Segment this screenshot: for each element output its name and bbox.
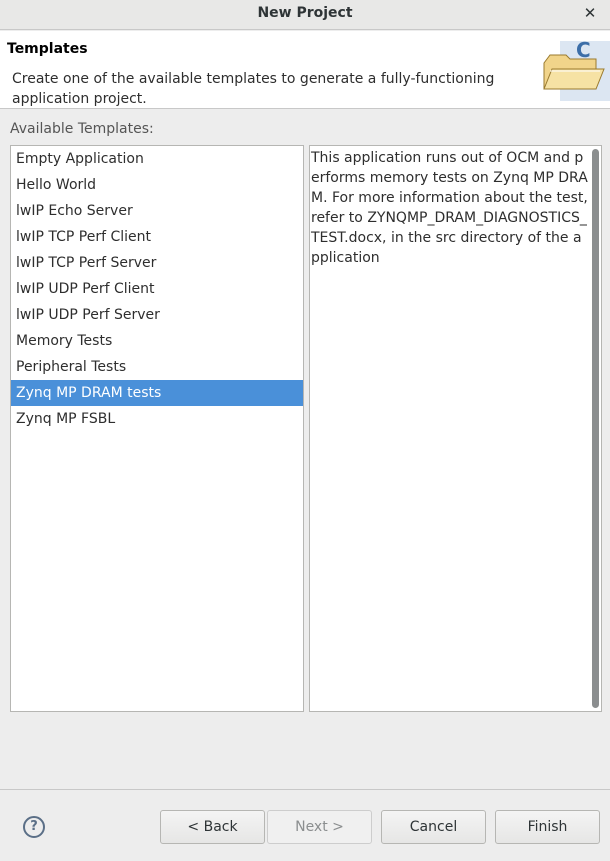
cancel-button[interactable]: Cancel	[381, 810, 486, 844]
description-scrollbar[interactable]	[589, 146, 601, 711]
template-description-panel: This application runs out of OCM and per…	[309, 145, 602, 712]
template-item[interactable]: Peripheral Tests	[11, 354, 303, 380]
template-item[interactable]: Zynq MP FSBL	[11, 406, 303, 432]
page-title: Templates	[7, 41, 88, 57]
template-item[interactable]: lwIP UDP Perf Server	[11, 302, 303, 328]
template-item[interactable]: Hello World	[11, 172, 303, 198]
svg-text:C: C	[576, 41, 591, 62]
title-bar: New Project ✕	[0, 0, 610, 30]
template-list[interactable]: Empty Application Hello World lwIP Echo Se…	[10, 145, 304, 712]
template-item[interactable]: lwIP UDP Perf Client	[11, 276, 303, 302]
available-templates-label: Available Templates:	[10, 121, 154, 137]
template-item[interactable]: lwIP TCP Perf Client	[11, 224, 303, 250]
wizard-header: Templates Create one of the available te…	[0, 31, 610, 109]
c-project-folder-icon: C	[543, 41, 610, 101]
description-scrollbar-thumb[interactable]	[592, 149, 599, 708]
template-item[interactable]: Memory Tests	[11, 328, 303, 354]
template-item[interactable]: lwIP Echo Server	[11, 198, 303, 224]
template-item[interactable]: Empty Application	[11, 146, 303, 172]
page-description: Create one of the available templates to…	[12, 71, 495, 107]
template-item[interactable]: Zynq MP DRAM tests	[11, 380, 303, 406]
template-item[interactable]: lwIP TCP Perf Server	[11, 250, 303, 276]
close-icon[interactable]: ✕	[580, 3, 600, 23]
back-button[interactable]: < Back	[160, 810, 265, 844]
button-bar-separator	[0, 789, 610, 790]
help-icon[interactable]: ?	[23, 816, 45, 838]
finish-button[interactable]: Finish	[495, 810, 600, 844]
window-title: New Project	[257, 5, 353, 21]
next-button[interactable]: Next >	[267, 810, 372, 844]
template-description-text: This application runs out of OCM and per…	[311, 150, 588, 266]
